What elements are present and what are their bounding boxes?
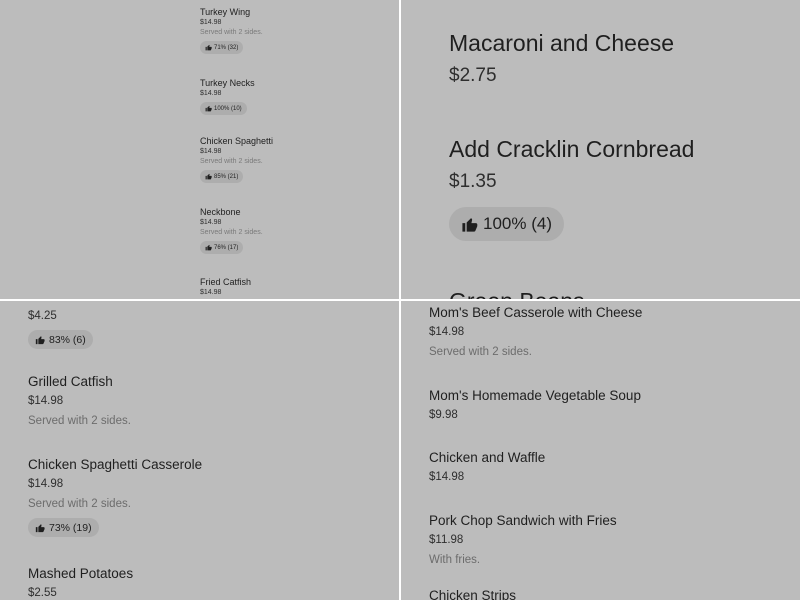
item-name: Chicken Strips <box>429 588 517 600</box>
menu-item-chicken-spaghetti-casserole[interactable]: Chicken Spaghetti Casserole $14.98 Serve… <box>28 456 399 538</box>
thumbs-up-icon <box>205 244 212 251</box>
thumbs-up-icon <box>462 217 478 232</box>
item-price: $14.98 <box>28 478 64 490</box>
menu-item-pork-chop-sandwich[interactable]: Pork Chop Sandwich with Fries $11.98 Wit… <box>429 512 800 568</box>
rating-text: 85% (21) <box>214 173 239 180</box>
menu-item-neckbone[interactable]: Neckbone $14.98 Served with 2 sides. 76%… <box>200 206 399 256</box>
thumbs-up-icon <box>205 105 212 112</box>
item-description: With fries. <box>429 554 481 566</box>
menu-panel-top-right: Macaroni and Cheese $2.75 Add Cracklin C… <box>401 0 800 299</box>
menu-panel-bottom-left: $4.25 83% (6) Grilled Catfish $14.98 Ser… <box>0 301 399 600</box>
item-price: $14.98 <box>200 219 222 226</box>
menu-item-grilled-catfish[interactable]: Grilled Catfish $14.98 Served with 2 sid… <box>28 373 399 429</box>
menu-item-fried-catfish[interactable]: Fried Catfish $14.98 <box>200 276 399 298</box>
item-name: Add Cracklin Cornbread <box>449 136 695 162</box>
rating-text: 100% (10) <box>214 105 242 112</box>
menu-item-side[interactable]: $4.25 83% (6) <box>28 306 399 350</box>
rating-badge: 76% (17) <box>200 241 244 254</box>
thumbs-up-icon <box>35 335 45 344</box>
rating-badge: 83% (6) <box>28 330 93 349</box>
menu-panel-top-left: Turkey Wing $14.98 Served with 2 sides. … <box>0 0 399 299</box>
item-name: Green Beans <box>449 286 800 299</box>
item-description: Served with 2 sides. <box>429 346 532 358</box>
rating-text: 76% (17) <box>214 244 239 251</box>
menu-item-chicken-and-waffle[interactable]: Chicken and Waffle $14.98 <box>429 449 800 485</box>
item-name: Grilled Catfish <box>28 374 113 389</box>
item-price: $9.98 <box>429 409 458 421</box>
item-description: Served with 2 sides. <box>200 158 263 165</box>
rating-badge: 85% (21) <box>200 170 244 183</box>
item-name: Neckbone <box>200 207 241 217</box>
item-name: Chicken and Waffle <box>429 450 546 465</box>
rating-text: 100% (4) <box>483 214 552 233</box>
menu-item-turkey-wing[interactable]: Turkey Wing $14.98 Served with 2 sides. … <box>200 6 399 56</box>
item-price: $14.98 <box>200 90 222 97</box>
item-name: Chicken Spaghetti Casserole <box>28 457 203 472</box>
item-price: $11.98 <box>429 534 464 546</box>
item-description: Served with 2 sides. <box>200 229 263 236</box>
thumbs-up-icon <box>205 173 212 180</box>
menu-item-add-cracklin-cornbread[interactable]: Add Cracklin Cornbread $1.35 100% (4) <box>449 134 800 241</box>
thumbs-up-icon <box>35 523 45 532</box>
menu-item-green-beans[interactable]: Green Beans <box>449 286 800 299</box>
rating-text: 73% (19) <box>49 521 92 534</box>
item-price: $14.98 <box>200 19 222 26</box>
item-price: $14.98 <box>200 148 222 155</box>
item-name: Turkey Wing <box>200 7 251 17</box>
rating-text: 71% (32) <box>214 44 239 51</box>
item-price: $14.98 <box>200 289 222 296</box>
item-name: Mom's Beef Casserole with Cheese <box>429 305 643 320</box>
item-price: $14.98 <box>429 326 465 338</box>
menu-panel-bottom-right: Mom's Beef Casserole with Cheese $14.98 … <box>401 301 800 600</box>
item-price: $1.35 <box>449 171 497 192</box>
item-description: Served with 2 sides. <box>200 29 263 36</box>
screenshot-grid: Turkey Wing $14.98 Served with 2 sides. … <box>0 0 800 600</box>
menu-item-moms-beef-casserole[interactable]: Mom's Beef Casserole with Cheese $14.98 … <box>429 304 800 360</box>
item-name: Mom's Homemade Vegetable Soup <box>429 388 641 403</box>
item-price: $4.25 <box>28 310 57 322</box>
item-price: $14.98 <box>28 395 64 407</box>
menu-item-chicken-strips[interactable]: Chicken Strips <box>429 587 800 600</box>
rating-text: 83% (6) <box>49 333 86 346</box>
rating-badge: 100% (4) <box>449 207 564 241</box>
item-name: Fried Catfish <box>200 277 252 287</box>
menu-item-mashed-potatoes[interactable]: Mashed Potatoes $2.55 <box>28 565 399 600</box>
rating-badge: 100% (10) <box>200 102 247 115</box>
menu-item-chicken-spaghetti[interactable]: Chicken Spaghetti $14.98 Served with 2 s… <box>200 135 399 185</box>
menu-item-turkey-necks[interactable]: Turkey Necks $14.98 100% (10) <box>200 77 399 117</box>
menu-item-macaroni-and-cheese[interactable]: Macaroni and Cheese $2.75 <box>449 28 800 89</box>
item-price: $2.75 <box>449 65 497 86</box>
rating-badge: 71% (32) <box>200 41 244 54</box>
item-description: Served with 2 sides. <box>28 498 131 510</box>
item-price: $14.98 <box>429 471 465 483</box>
item-name: Chicken Spaghetti <box>200 136 274 146</box>
item-name: Mashed Potatoes <box>28 566 134 581</box>
thumbs-up-icon <box>205 44 212 51</box>
item-name: Turkey Necks <box>200 78 255 88</box>
item-description: Served with 2 sides. <box>28 415 131 427</box>
item-name: Pork Chop Sandwich with Fries <box>429 513 617 528</box>
item-name: Macaroni and Cheese <box>449 30 675 56</box>
item-price: $2.55 <box>28 587 57 599</box>
rating-badge: 73% (19) <box>28 518 99 537</box>
menu-item-moms-vegetable-soup[interactable]: Mom's Homemade Vegetable Soup $9.98 <box>429 387 800 423</box>
